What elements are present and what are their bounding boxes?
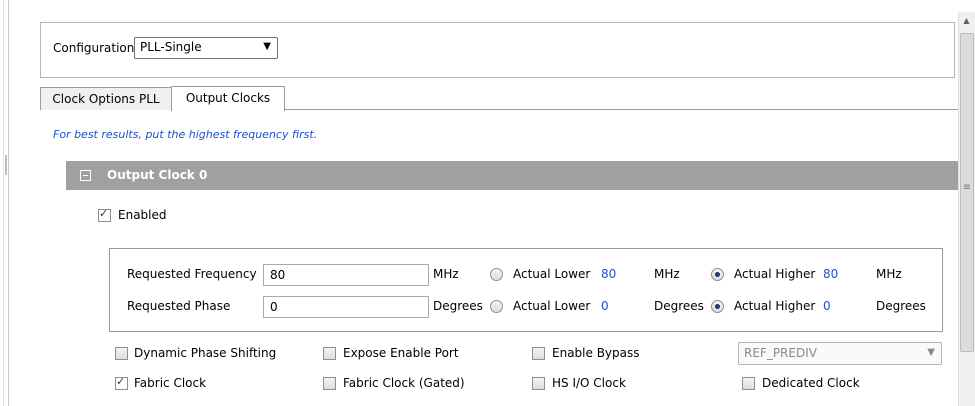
actual-higher-phase-label: Actual Higher [734, 299, 816, 313]
actual-higher-frequency-value: 80 [823, 267, 839, 281]
requested-frequency-value: 80 [270, 268, 286, 282]
actual-lower-frequency-radio[interactable] [490, 268, 503, 281]
scrollbar-thumb[interactable]: ≡ [960, 33, 974, 352]
tab-output-clocks[interactable]: Output Clocks [171, 86, 285, 111]
output-clock-title: Output Clock 0 [107, 168, 208, 182]
dedicated-clock-label: Dedicated Clock [762, 376, 860, 390]
chevron-down-icon: ▼ [263, 41, 271, 52]
frequency-unit: MHz [433, 267, 459, 281]
requested-frequency-label: Requested Frequency [127, 267, 257, 281]
fabric-clock-checkbox[interactable] [115, 375, 128, 390]
actual-lower-frequency-unit: MHz [654, 267, 680, 281]
enable-bypass-checkbox[interactable] [532, 347, 545, 360]
scroll-up-icon[interactable]: ▲ [958, 12, 975, 29]
actual-higher-phase-unit: Degrees [876, 299, 926, 313]
collapse-minus-icon[interactable] [80, 170, 91, 181]
expose-enable-port-label: Expose Enable Port [343, 346, 459, 360]
output-clock-header[interactable]: Output Clock 0 [66, 161, 958, 190]
enable-bypass-label: Enable Bypass [552, 346, 640, 360]
hs-io-clock-label: HS I/O Clock [552, 376, 626, 390]
requested-phase-value: 0 [270, 300, 278, 314]
bypass-source-select: REF_PREDIV ▼ [738, 342, 942, 365]
fabric-clock-label: Fabric Clock [134, 376, 207, 390]
actual-higher-frequency-radio[interactable] [711, 268, 724, 281]
bypass-source-value: REF_PREDIV [744, 346, 817, 360]
fabric-clock-gated-checkbox[interactable] [323, 377, 336, 390]
dynamic-phase-shifting-label: Dynamic Phase Shifting [134, 346, 277, 360]
enabled-label: Enabled [118, 208, 167, 222]
actual-lower-frequency-value: 80 [601, 267, 617, 281]
dedicated-clock-checkbox[interactable] [742, 377, 755, 390]
actual-lower-frequency-label: Actual Lower [513, 267, 591, 281]
configuration-value: PLL-Single [140, 40, 202, 54]
fabric-clock-gated-label: Fabric Clock (Gated) [343, 376, 465, 390]
actual-higher-phase-radio[interactable] [711, 300, 724, 313]
configuration-label: Configuration [53, 41, 135, 55]
actual-higher-phase-value: 0 [823, 299, 831, 313]
configuration-select[interactable]: PLL-Single ▼ [134, 37, 278, 59]
actual-lower-phase-value: 0 [601, 299, 609, 313]
resize-handle[interactable] [5, 155, 7, 175]
requested-frequency-input[interactable]: 80 [263, 264, 429, 286]
chevron-down-icon: ▼ [927, 347, 935, 358]
tab-label: Clock Options PLL [52, 92, 160, 106]
expose-enable-port-checkbox[interactable] [323, 347, 336, 360]
phase-unit: Degrees [433, 299, 483, 313]
requested-phase-label: Requested Phase [127, 299, 231, 313]
grip-icon: ≡ [962, 182, 972, 193]
actual-lower-phase-unit: Degrees [654, 299, 704, 313]
dynamic-phase-shifting-checkbox[interactable] [115, 347, 128, 360]
hs-io-clock-checkbox[interactable] [532, 377, 545, 390]
tab-clock-options-pll[interactable]: Clock Options PLL [40, 87, 172, 110]
tab-label: Output Clocks [185, 91, 271, 105]
actual-lower-phase-label: Actual Lower [513, 299, 591, 313]
window-left-edge [0, 0, 10, 406]
enabled-checkbox[interactable] [98, 207, 111, 222]
hint-text: For best results, put the highest freque… [53, 128, 318, 141]
actual-higher-frequency-label: Actual Higher [734, 267, 816, 281]
requested-phase-input[interactable]: 0 [263, 296, 429, 318]
frequency-phase-panel [109, 248, 943, 332]
actual-higher-frequency-unit: MHz [876, 267, 902, 281]
actual-lower-phase-radio[interactable] [490, 300, 503, 313]
